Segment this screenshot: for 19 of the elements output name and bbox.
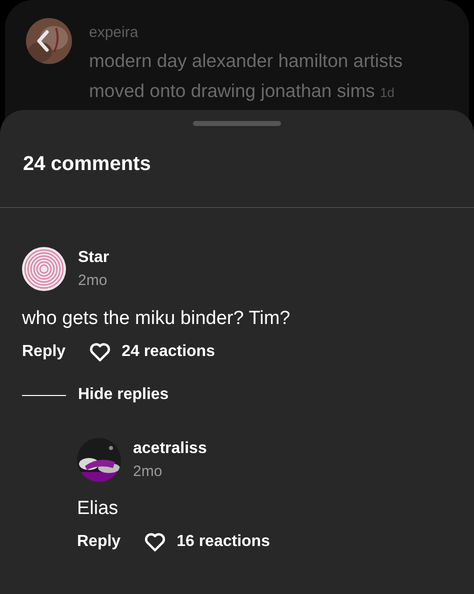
heart-icon[interactable] xyxy=(88,342,111,362)
comment-text: who gets the miku binder? Tim? xyxy=(22,309,292,328)
post-username: expeira xyxy=(89,25,140,40)
reaction-count: 24 reactions xyxy=(122,344,215,360)
comment-time: 2mo xyxy=(133,464,164,479)
reply-button[interactable]: Reply xyxy=(77,534,121,550)
hide-replies-button[interactable]: Hide replies xyxy=(78,387,169,403)
drag-handle[interactable] xyxy=(193,121,281,126)
comment-text: Elias xyxy=(77,499,120,518)
reaction-count: 16 reactions xyxy=(176,534,270,550)
reply-button[interactable]: Reply xyxy=(22,344,66,360)
comments-title: 24 comments xyxy=(23,154,151,174)
comment-time: 2mo xyxy=(78,273,108,288)
comment-username: acetraliss xyxy=(133,441,207,457)
back-icon[interactable] xyxy=(36,30,50,52)
post-caption: modern day alexander hamilton artists moved onto drawing jonathan sims 1d xyxy=(89,49,404,103)
comment-username: Star xyxy=(78,250,110,266)
spiral-avatar-icon xyxy=(22,247,66,291)
heart-icon[interactable] xyxy=(144,532,166,552)
